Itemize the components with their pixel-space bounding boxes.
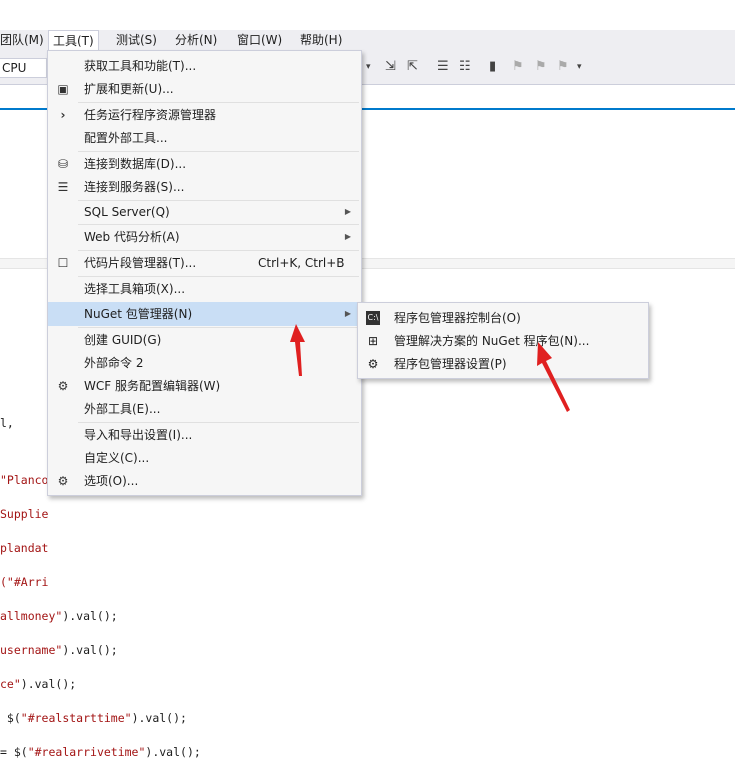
menu-item-customize[interactable]: 自定义(C)... (48, 446, 361, 470)
menu-item-extensions[interactable]: ▣ 扩展和更新(U)... (48, 77, 361, 101)
submenu-item-settings[interactable]: ⚙ 程序包管理器设置(P) (358, 352, 648, 376)
menu-item-web-code-analysis[interactable]: Web 代码分析(A) ▶ (48, 225, 361, 249)
submenu-item-manage-packages[interactable]: ⊞ 管理解决方案的 NuGet 程序包(N)... (358, 329, 648, 353)
menu-analyze[interactable]: 分析(N) (171, 30, 221, 51)
menu-test[interactable]: 测试(S) (112, 30, 161, 51)
step-over-icon[interactable]: ⇱ (407, 59, 418, 74)
comment-icon[interactable]: ☰ (437, 59, 449, 74)
server-icon: ☰ (57, 180, 69, 194)
console-icon: C:\ (366, 311, 380, 325)
menu-help[interactable]: 帮助(H) (296, 30, 346, 51)
menu-item-task-runner[interactable]: › 任务运行程序资源管理器 (48, 103, 361, 127)
menu-item-connect-server[interactable]: ☰ 连接到服务器(S)... (48, 175, 361, 199)
submenu-arrow-icon: ▶ (344, 232, 351, 241)
package-icon: ⊞ (367, 334, 379, 348)
menu-item-get-tools[interactable]: 获取工具和功能(T)... (48, 54, 361, 78)
menu-item-code-snippets[interactable]: ☐ 代码片段管理器(T)... Ctrl+K, Ctrl+B (48, 251, 361, 275)
annotation-arrow-left (290, 324, 305, 376)
menu-tools[interactable]: 工具(T) (48, 30, 99, 52)
menu-item-connect-database[interactable]: ⛁ 连接到数据库(D)... (48, 152, 361, 176)
step-into-icon[interactable]: ⇲ (385, 59, 396, 74)
code-line: ("#Arri (0, 575, 49, 589)
gear-icon: ⚙ (57, 474, 69, 488)
snippet-icon: ☐ (57, 256, 69, 270)
wcf-gear-icon: ⚙ (57, 379, 69, 393)
platform-dropdown[interactable]: CPU (0, 58, 47, 78)
menu-item-choose-toolbox[interactable]: 选择工具箱项(X)... (48, 277, 361, 301)
menu-item-import-export[interactable]: 导入和导出设置(I)... (48, 423, 361, 447)
submenu-arrow-icon: ▶ (344, 309, 351, 318)
extensions-icon: ▣ (57, 82, 69, 96)
bookmark-icon[interactable]: ▮ (489, 59, 496, 74)
gear-icon: ⚙ (367, 357, 379, 371)
menu-item-external-tools-config[interactable]: 配置外部工具... (48, 126, 361, 150)
menu-item-external-tools[interactable]: 外部工具(E)... (48, 397, 361, 421)
nuget-submenu: C:\ 程序包管理器控制台(O) ⊞ 管理解决方案的 NuGet 程序包(N).… (357, 302, 649, 379)
code-line: = $("#realarrivetime").val(); (0, 745, 201, 759)
code-line: ce").val(); (0, 677, 77, 691)
annotation-arrow-right (537, 342, 570, 412)
code-line: plandat (0, 541, 49, 555)
toolbar-dropdown-icon[interactable]: ▾ (366, 62, 371, 72)
toolbar-overflow-icon[interactable]: ▾ (577, 62, 582, 72)
chevron-right-icon: › (60, 108, 66, 122)
tools-menu: 获取工具和功能(T)... ▣ 扩展和更新(U)... › 任务运行程序资源管理… (47, 50, 362, 496)
code-line: $("#realstarttime").val(); (0, 711, 187, 725)
code-line: username").val(); (0, 643, 118, 657)
menu-window[interactable]: 窗口(W) (233, 30, 286, 51)
database-icon: ⛁ (57, 157, 69, 171)
next-bookmark-icon[interactable]: ⚑ (535, 59, 547, 74)
submenu-arrow-icon: ▶ (344, 207, 351, 216)
menu-bar: 团队(M) 工具(T) 测试(S) 分析(N) 窗口(W) 帮助(H) (0, 30, 735, 52)
submenu-item-console[interactable]: C:\ 程序包管理器控制台(O) (358, 306, 648, 330)
menu-item-options[interactable]: ⚙ 选项(O)... (48, 469, 361, 493)
menu-team[interactable]: 团队(M) (0, 30, 48, 51)
clear-bookmark-icon[interactable]: ⚑ (557, 59, 569, 74)
menu-item-sql-server[interactable]: SQL Server(Q) ▶ (48, 200, 361, 224)
code-line: Supplie (0, 507, 49, 521)
uncomment-icon[interactable]: ☷ (459, 59, 471, 74)
prev-bookmark-icon[interactable]: ⚑ (512, 59, 524, 74)
code-line: allmoney").val(); (0, 609, 118, 623)
